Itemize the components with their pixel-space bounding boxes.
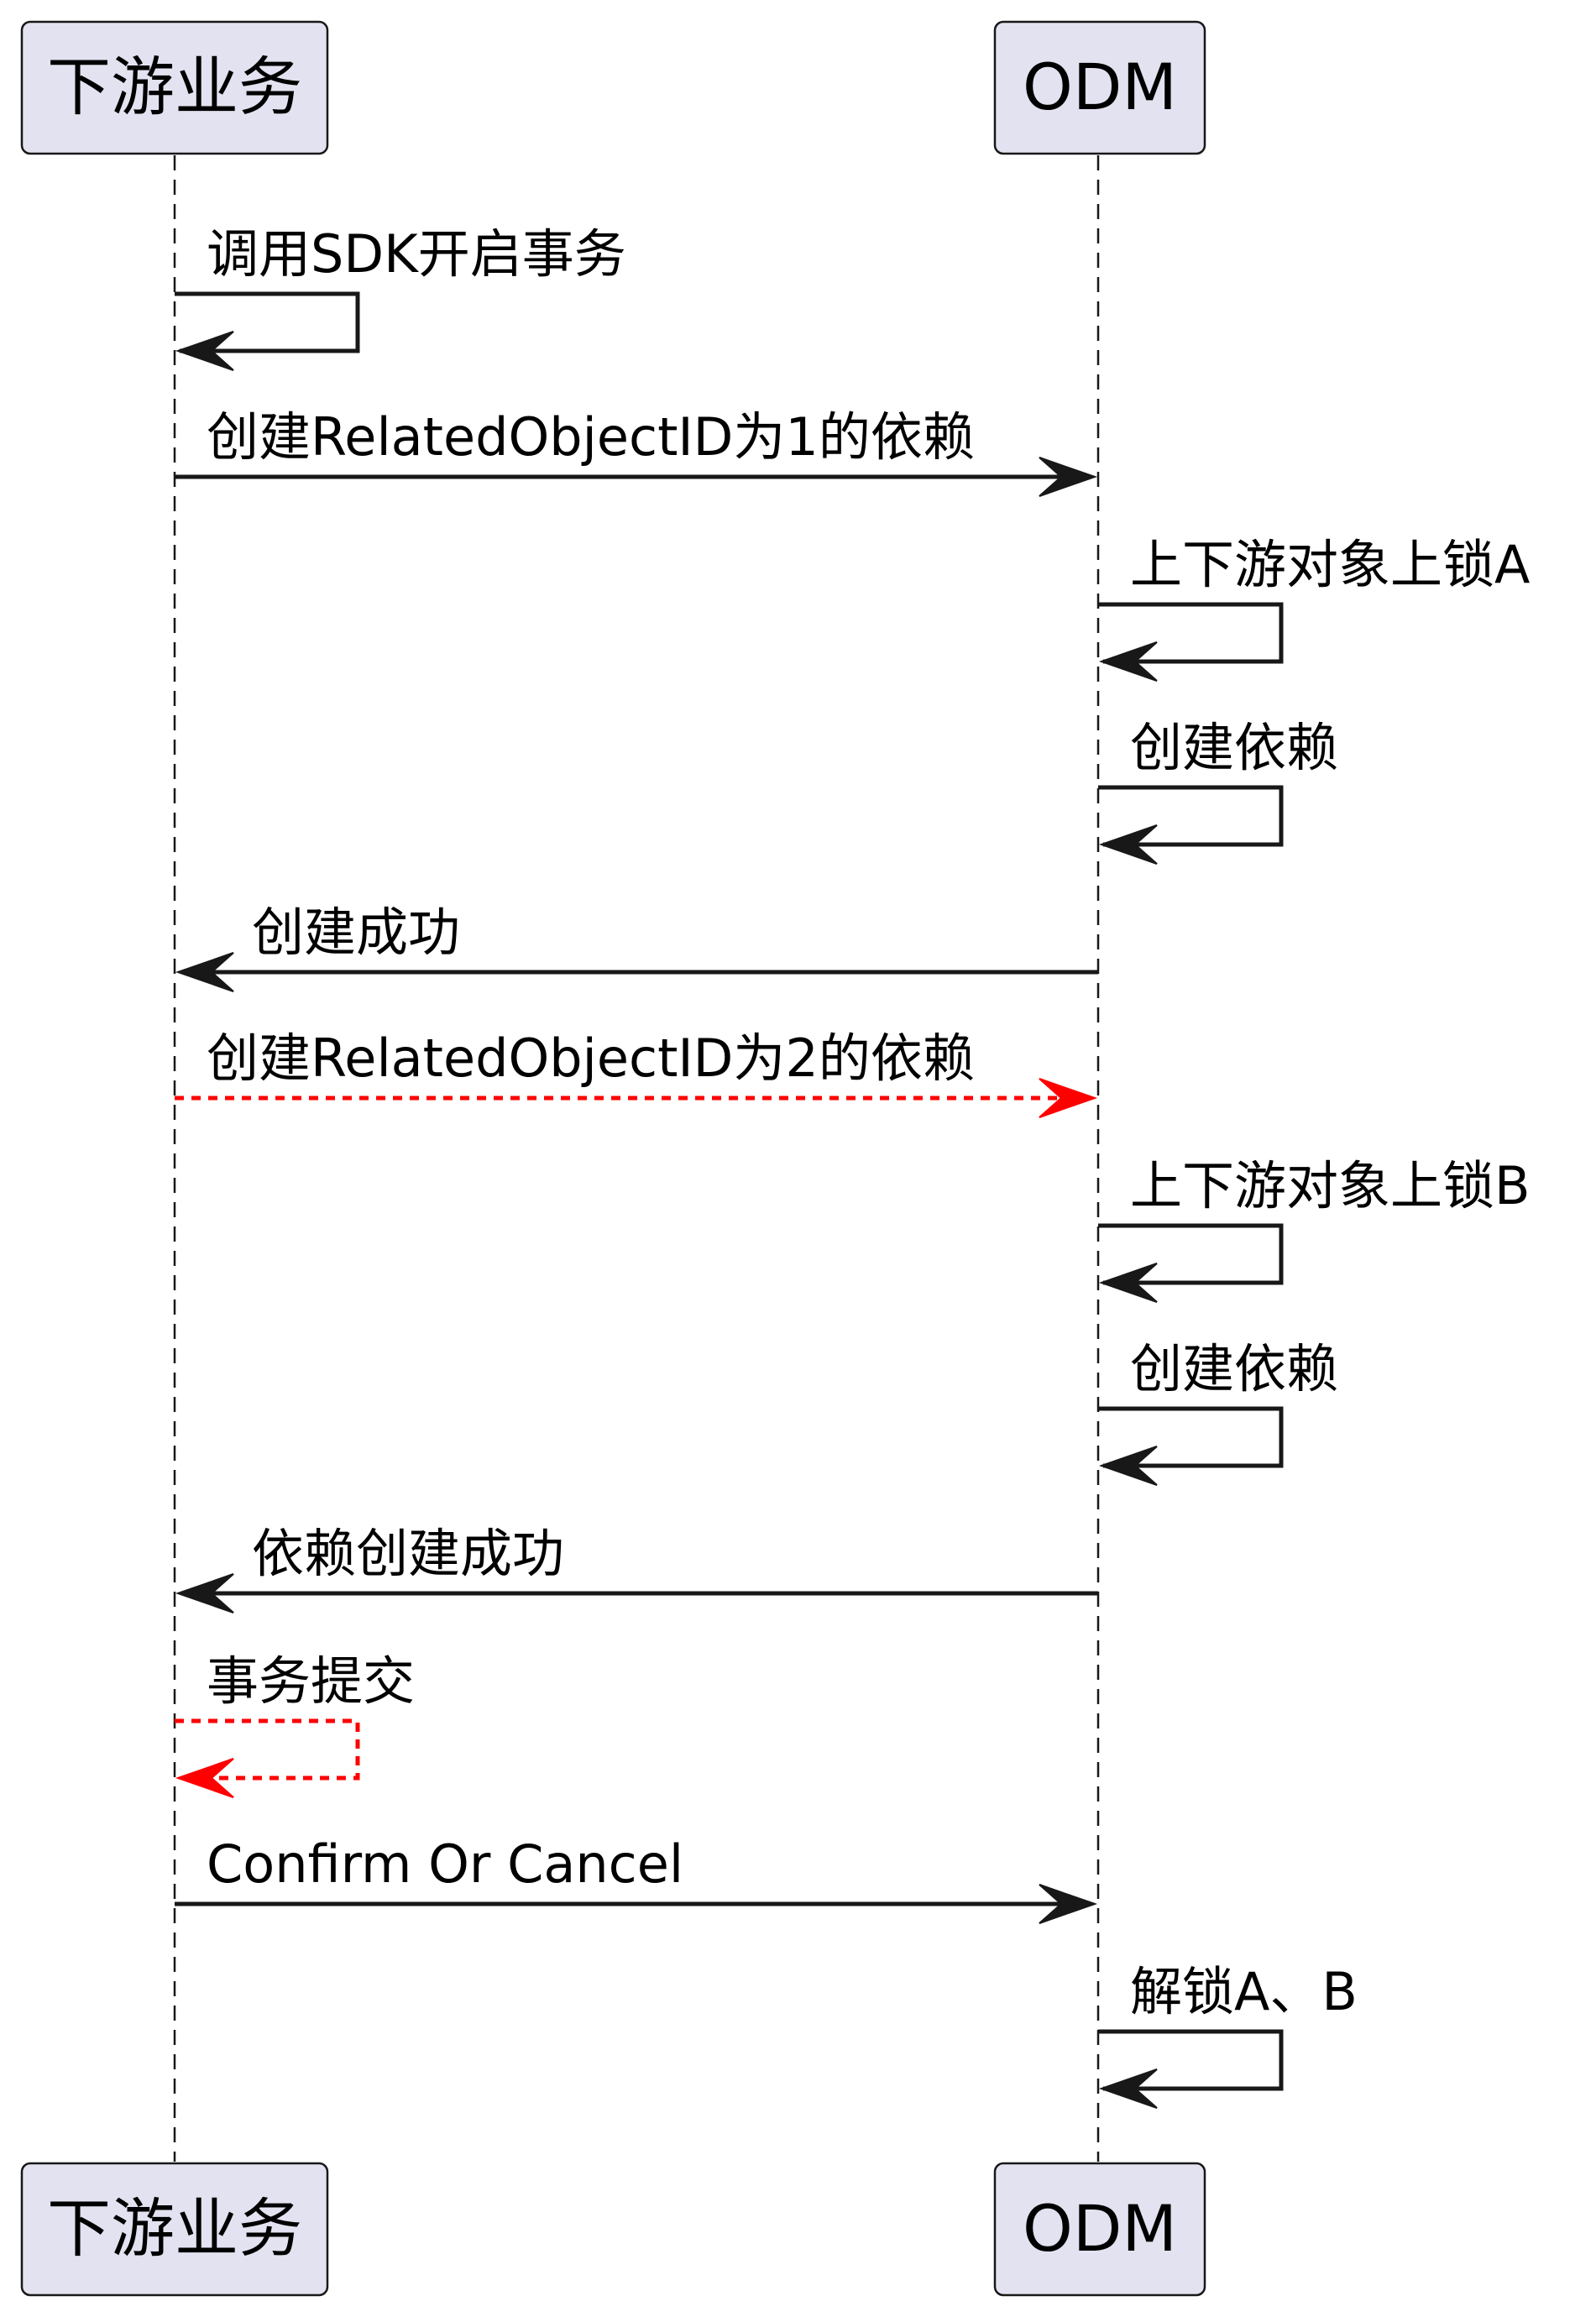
message-7: 上下游对象上锁B	[1098, 1155, 1531, 1303]
participant-downstream-top: 下游业务	[20, 20, 329, 155]
participant-label: 下游业务	[47, 50, 302, 124]
arrowhead	[1039, 1078, 1098, 1118]
message-label: 事务提交	[207, 1650, 415, 1712]
message-label: 上下游对象上锁A	[1130, 534, 1530, 595]
participant-label: ODM	[1023, 50, 1177, 124]
message-label: 创建RelatedObjectID为2的依赖	[207, 1028, 975, 1089]
message-10: 事务提交	[175, 1650, 415, 1798]
message-6: 创建RelatedObjectID为2的依赖	[175, 1028, 1098, 1118]
message-label: 创建依赖	[1130, 1338, 1338, 1399]
message-11: Confirm Or Cancel	[175, 1833, 1098, 1924]
message-8: 创建依赖	[1098, 1338, 1338, 1486]
participant-label: ODM	[1023, 2191, 1177, 2266]
message-4: 创建依赖	[1098, 717, 1338, 865]
message-label: 创建依赖	[1130, 717, 1338, 778]
message-label: 调用SDK开启事务	[207, 223, 626, 285]
sequence-diagram: 下游业务 ODM 下游业务 ODM 调用SDK开启事务创建RelatedObje…	[20, 20, 1531, 2297]
participant-downstream-bottom: 下游业务	[20, 2162, 329, 2297]
message-label: 依赖创建成功	[252, 1523, 564, 1584]
message-label: 解锁A、B	[1130, 1961, 1358, 2022]
message-3: 上下游对象上锁A	[1098, 534, 1530, 682]
messages: 调用SDK开启事务创建RelatedObjectID为1的依赖上下游对象上锁A 创…	[175, 223, 1531, 2109]
participant-odm-bottom: ODM	[993, 2162, 1206, 2297]
participant-label: 下游业务	[47, 2191, 302, 2266]
message-label: 创建RelatedObjectID为1的依赖	[207, 406, 975, 468]
message-2: 创建RelatedObjectID为1的依赖	[175, 406, 1098, 497]
message-9: 依赖创建成功	[175, 1523, 1098, 1613]
message-12: 解锁A、B	[1098, 1961, 1358, 2109]
message-1: 调用SDK开启事务	[175, 223, 626, 371]
participant-odm-top: ODM	[993, 20, 1206, 155]
message-label: 创建成功	[252, 902, 460, 963]
message-label: 上下游对象上锁B	[1130, 1155, 1531, 1216]
message-5: 创建成功	[175, 902, 1098, 992]
message-label: Confirm Or Cancel	[207, 1833, 683, 1895]
